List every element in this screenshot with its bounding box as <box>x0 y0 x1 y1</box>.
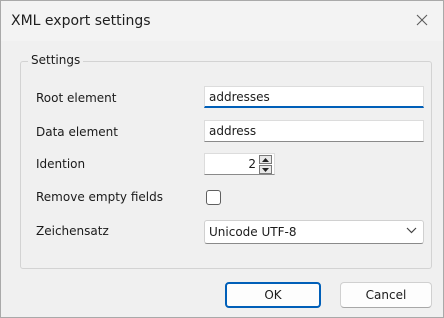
indention-stepper[interactable]: 2 <box>204 153 275 175</box>
chevron-down-icon <box>406 227 417 234</box>
data-element-label: Data element <box>36 125 118 139</box>
title-bar: XML export settings <box>1 1 443 41</box>
charset-value: Unicode UTF-8 <box>209 225 297 239</box>
settings-group-label: Settings <box>28 53 84 67</box>
charset-label: Zeichensatz <box>36 224 109 238</box>
close-button[interactable] <box>405 5 439 35</box>
close-icon <box>416 14 428 26</box>
spin-up-button[interactable] <box>259 155 272 164</box>
spin-down-button[interactable] <box>259 165 272 174</box>
charset-select[interactable]: Unicode UTF-8 <box>204 220 424 244</box>
indention-value[interactable]: 2 <box>248 157 256 171</box>
indention-label: Idention <box>36 157 86 171</box>
remove-empty-label: Remove empty fields <box>36 190 163 204</box>
export-dialog: XML export settings Settings Root elemen… <box>0 0 444 318</box>
data-element-input[interactable] <box>204 120 424 142</box>
arrow-down-icon <box>262 167 269 172</box>
remove-empty-checkbox[interactable] <box>206 190 221 205</box>
root-element-input[interactable] <box>204 86 424 108</box>
ok-button[interactable]: OK <box>225 282 321 308</box>
cancel-button[interactable]: Cancel <box>340 282 432 308</box>
root-element-label: Root element <box>36 91 117 105</box>
dialog-title: XML export settings <box>11 13 151 29</box>
arrow-up-icon <box>262 157 269 162</box>
